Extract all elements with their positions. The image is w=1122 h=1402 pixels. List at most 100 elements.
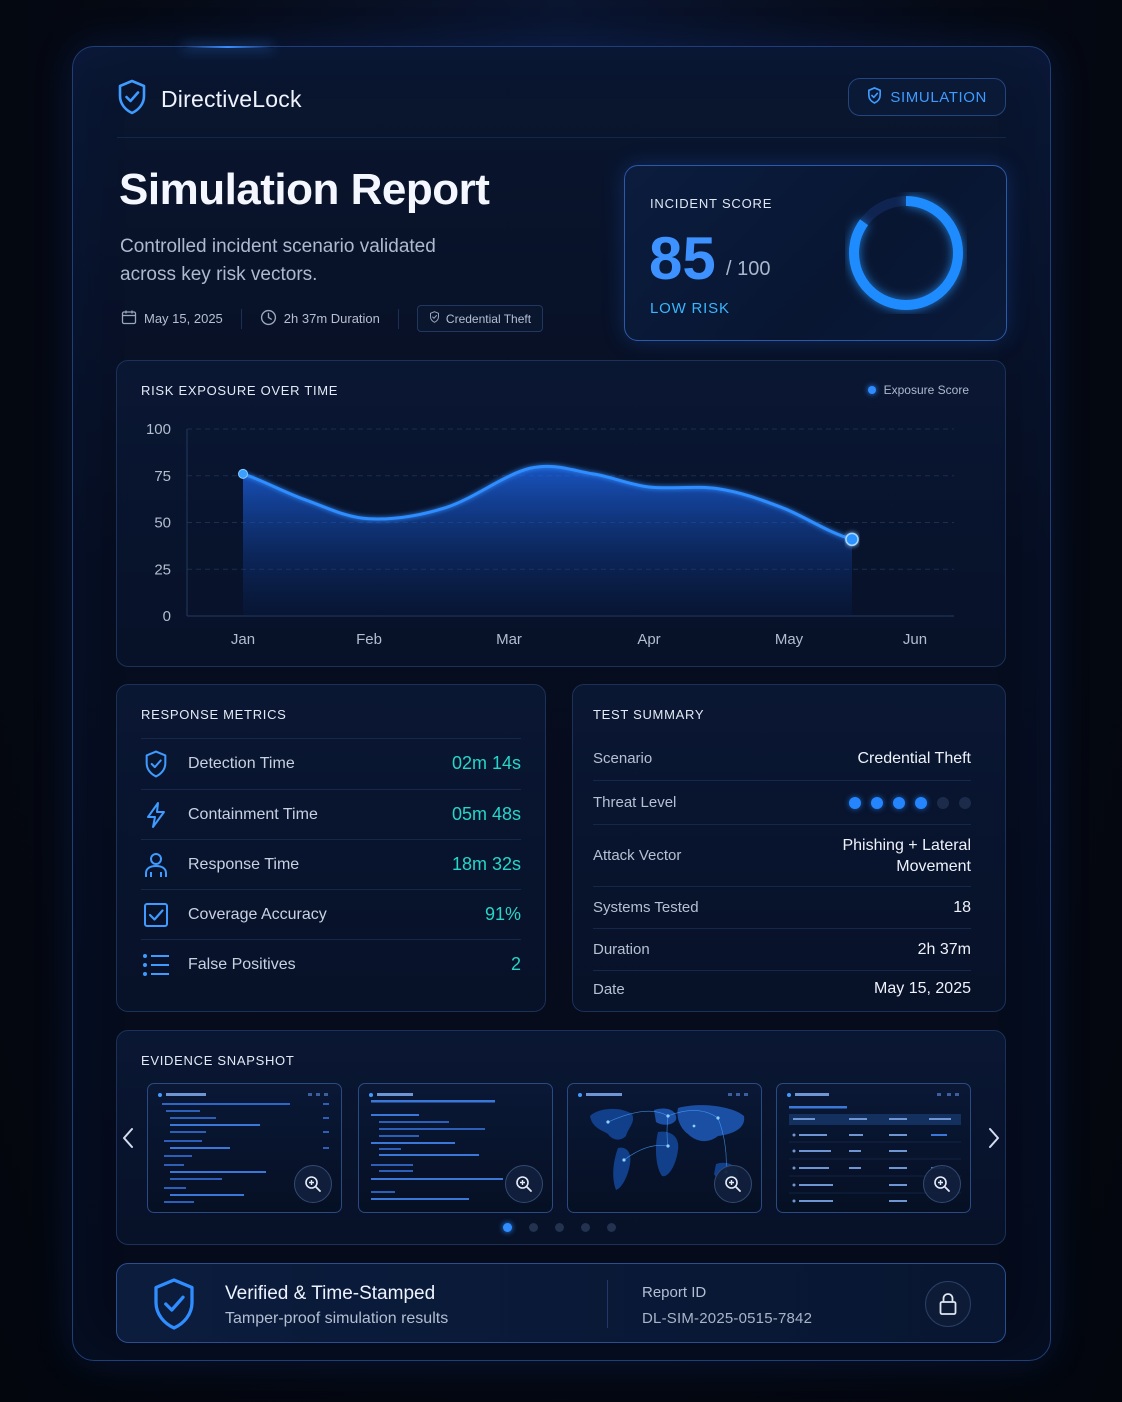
verification-banner: Verified & Time-Stamped Tamper-proof sim… [116, 1263, 1006, 1343]
evidence-snapshot-card: EVIDENCE SNAPSHOT [116, 1030, 1006, 1245]
zoom-icon[interactable] [923, 1165, 961, 1203]
evidence-thumbnail[interactable] [567, 1083, 762, 1213]
evidence-thumbnail[interactable] [358, 1083, 553, 1213]
page-title: Simulation Report [119, 165, 490, 214]
pagination-dot[interactable] [529, 1223, 538, 1232]
metric-label: False Positives [188, 955, 296, 973]
report-meta: May 15, 2025 2h 37m Duration Credential … [121, 305, 544, 332]
risk-exposure-chart-card: RISK EXPOSURE OVER TIME Exposure Score 0… [116, 360, 1006, 667]
summary-row-attack-vector: Attack Vector Phishing + Lateral Movemen… [593, 825, 971, 887]
threat-dot [937, 796, 949, 809]
summary-value: Credential Theft [857, 749, 971, 767]
scenario-tag[interactable]: Credential Theft [416, 305, 544, 332]
risk-level: LOW RISK [650, 300, 730, 317]
footer-divider [607, 1280, 608, 1328]
evidence-thumbnail[interactable] [147, 1083, 342, 1213]
lock-icon[interactable] [925, 1281, 971, 1327]
metric-value: 05m 48s [451, 804, 521, 824]
summary-row-scenario: Scenario Credential Theft [593, 737, 971, 781]
x-tick-label: Apr [637, 631, 660, 648]
metric-row-containment-time: Containment Time 05m 48s [141, 789, 521, 839]
risk-exposure-chart: 0 25 50 75 100 Jan Feb Mar Apr May Jun [146, 421, 954, 648]
summary-value: Phishing + Lateral Movement [842, 835, 971, 877]
metric-value: 02m 14s [451, 753, 521, 773]
meta-separator [397, 308, 399, 329]
x-tick-label: Feb [356, 631, 382, 648]
metric-label: Containment Time [188, 805, 318, 823]
meta-separator [240, 308, 242, 329]
user-icon [141, 851, 171, 879]
threat-dot [871, 796, 883, 809]
metric-row-response-time: Response Time 18m 32s [141, 839, 521, 889]
metric-value: 18m 32s [451, 854, 521, 874]
report-panel: DirectiveLock SIMULATION Simulation Repo… [72, 46, 1051, 1361]
shield-check-icon [867, 86, 882, 108]
x-tick-label: Jun [903, 631, 927, 648]
report-id-value[interactable]: DL-SIM-2025-0515-7842 [642, 1310, 812, 1327]
carousel-prev-button[interactable] [121, 1127, 135, 1155]
summary-value: May 15, 2025 [874, 980, 971, 997]
metric-label: Detection Time [188, 754, 295, 772]
y-tick-label: 100 [146, 421, 171, 438]
summary-label: Threat Level [593, 794, 677, 811]
metric-label: Response Time [188, 855, 300, 873]
metric-label: Coverage Accuracy [188, 905, 327, 923]
clock-icon [260, 309, 277, 329]
verification-title: Verified & Time-Stamped [225, 1283, 436, 1304]
zoom-icon[interactable] [294, 1165, 332, 1203]
summary-row-threat-level: Threat Level [593, 781, 971, 825]
metric-value: 91% [484, 904, 521, 924]
threat-dot [893, 796, 905, 809]
pagination-dot[interactable] [555, 1223, 564, 1232]
summary-row-systems-tested: Systems Tested 18 [593, 887, 971, 929]
simulation-badge[interactable]: SIMULATION [848, 78, 1006, 116]
zoom-icon[interactable] [505, 1165, 543, 1203]
test-summary-card: TEST SUMMARY Scenario Credential Theft T… [572, 684, 1006, 1012]
shield-check-icon [429, 311, 440, 326]
x-tick-label: May [775, 631, 804, 648]
carousel-next-button[interactable] [987, 1127, 1001, 1155]
attack-vector-line: Phishing + Lateral [842, 836, 971, 854]
incident-score-max: / 100 [726, 258, 771, 280]
score-ring [849, 196, 963, 310]
report-id-label: Report ID [642, 1284, 707, 1301]
attack-vector-line: Movement [896, 857, 971, 875]
summary-label: Duration [593, 941, 650, 958]
verification-subtitle: Tamper-proof simulation results [225, 1310, 449, 1327]
x-tick-label: Jan [231, 631, 255, 648]
incident-score-card: INCIDENT SCORE 85 / 100 LOW RISK [624, 165, 1007, 341]
summary-row-date: Date May 15, 2025 [593, 971, 971, 1007]
metric-row-false-positives: False Positives 2 [141, 939, 521, 989]
frame-glow [183, 46, 273, 48]
response-metrics-card: RESPONSE METRICS Detection Time 02m 14s … [116, 684, 546, 1012]
pagination-dot[interactable] [607, 1223, 616, 1232]
summary-value: 18 [953, 898, 971, 916]
x-tick-label: Mar [496, 631, 522, 648]
summary-label: Scenario [593, 750, 653, 767]
header-divider [117, 137, 1006, 138]
metric-value: 2 [510, 954, 521, 974]
summary-row-duration: Duration 2h 37m [593, 929, 971, 971]
pagination-dot[interactable] [503, 1223, 512, 1232]
page-subtitle: Controlled incident scenario validated a… [120, 236, 436, 285]
summary-label: Attack Vector [593, 847, 682, 864]
threat-dot [849, 796, 861, 809]
bolt-icon [141, 801, 171, 829]
meta-date-text: May 15, 2025 [144, 311, 223, 326]
checkbox-icon [141, 902, 171, 928]
incident-score-label: INCIDENT SCORE [650, 196, 773, 211]
response-metrics-title: RESPONSE METRICS [141, 707, 287, 722]
summary-label: Systems Tested [593, 899, 699, 916]
zoom-icon[interactable] [714, 1165, 752, 1203]
shield-check-icon [151, 1277, 197, 1336]
meta-duration-text: 2h 37m Duration [283, 311, 380, 326]
pagination-dot[interactable] [581, 1223, 590, 1232]
evidence-thumbnail[interactable] [776, 1083, 971, 1213]
y-tick-label: 50 [154, 515, 171, 532]
evidence-title: EVIDENCE SNAPSHOT [141, 1053, 295, 1068]
summary-value: 2h 37m [917, 940, 971, 958]
shield-check-icon [141, 750, 171, 778]
data-point-start [238, 468, 248, 479]
metric-row-detection-time: Detection Time 02m 14s [141, 738, 521, 788]
data-point-end [845, 532, 859, 547]
